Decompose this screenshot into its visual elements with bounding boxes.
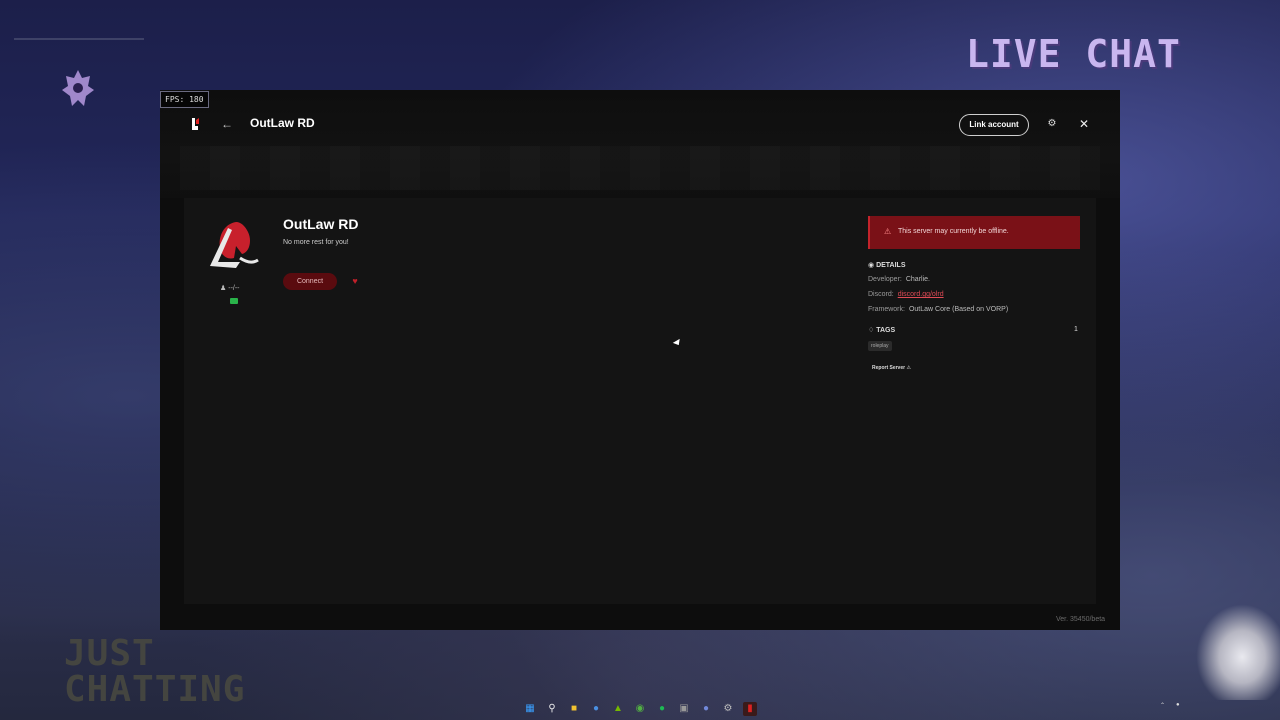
details-heading: ◉ DETAILS (868, 262, 906, 269)
search-icon[interactable]: ⚲ (545, 702, 559, 716)
link-account-button[interactable]: Link account (959, 114, 1029, 136)
discord-link[interactable]: discord.gg/olrd (898, 291, 944, 298)
windows-start-icon[interactable]: ▦ (523, 702, 537, 716)
steam-icon[interactable]: ⚙ (721, 702, 735, 716)
player-count-value: --/-- (228, 285, 240, 292)
webcam-feed (1196, 604, 1280, 700)
spotify-icon[interactable]: ● (655, 702, 669, 716)
version-label: Ver. 35450/beta (1056, 616, 1106, 623)
just-chatting-line1: JUST (64, 633, 155, 674)
taskbar: ▦ ⚲ ■ ● ▲ ◉ ● ▣ ● ⚙ ▮ ⌃ ● (0, 698, 1280, 720)
back-button[interactable]: ← (218, 115, 236, 133)
titlebar: ← OutLaw RD Link account ⚙ ✕ (160, 90, 1120, 198)
server-detail-panel: ♟ --/-- OutLaw RD No more rest for you! … (184, 198, 1096, 604)
tags-heading: ♢ TAGS (868, 327, 896, 334)
overlay-divider (14, 38, 144, 40)
connect-button[interactable]: Connect (283, 273, 337, 290)
settings-button[interactable]: ⚙ (1044, 116, 1060, 132)
heart-icon: ♥ (352, 276, 358, 286)
app-logo-icon[interactable] (190, 118, 200, 132)
offline-warning-text: This server may currently be offline. (898, 228, 1009, 235)
eye-icon: ◉ (868, 262, 875, 269)
status-badge (230, 298, 238, 304)
player-count: ♟ --/-- (220, 284, 240, 292)
close-icon: ✕ (1078, 117, 1090, 131)
page-title: OutLaw RD (250, 116, 315, 130)
favorite-button[interactable]: ♥ (350, 276, 360, 286)
nvidia-icon[interactable]: ▲ (611, 702, 625, 716)
tags-count: 1 (1074, 326, 1078, 333)
launcher-window: ← OutLaw RD Link account ⚙ ✕ ♟ --/-- Out… (160, 90, 1120, 630)
detail-framework: Framework: OutLaw Core (Based on VORP) (868, 306, 1009, 313)
players-icon: ♟ (220, 285, 227, 292)
clan-emblem-icon (62, 70, 94, 106)
server-name: OutLaw RD (283, 216, 359, 232)
xbox-icon[interactable]: ◉ (633, 702, 647, 716)
report-server-button[interactable]: Report Server ⚠ (872, 365, 911, 371)
warning-icon: ⚠ (906, 365, 911, 371)
tag-roleplay[interactable]: roleplay (868, 341, 892, 351)
server-description: No more rest for you! (283, 239, 349, 246)
tag-icon: ♢ (868, 327, 875, 334)
arrow-left-icon: ← (221, 117, 233, 131)
redm-icon[interactable]: ▮ (743, 702, 757, 716)
live-chat-overlay-label: LIVE CHAT (966, 32, 1181, 76)
microphone-icon[interactable]: ● (1176, 702, 1180, 708)
discord-icon[interactable]: ● (699, 702, 713, 716)
gear-icon: ⚙ (1047, 118, 1057, 129)
chrome-icon[interactable]: ● (589, 702, 603, 716)
server-logo (210, 222, 259, 268)
tray-chevron-icon[interactable]: ⌃ (1160, 702, 1165, 709)
detail-discord: Discord: discord.gg/olrd (868, 291, 944, 298)
header-banner (180, 146, 1100, 190)
close-button[interactable]: ✕ (1076, 116, 1092, 132)
file-explorer-icon[interactable]: ■ (567, 702, 581, 716)
detail-developer: Developer: Charlie. (868, 276, 930, 283)
warning-icon: ⚠ (884, 227, 892, 236)
offline-warning-banner: ⚠ This server may currently be offline. (868, 216, 1080, 249)
developer-value: Charlie. (905, 276, 930, 283)
fps-counter: FPS: 180 (160, 91, 209, 108)
excel-icon[interactable]: ▣ (677, 702, 691, 716)
framework-value: OutLaw Core (Based on VORP) (908, 306, 1009, 313)
